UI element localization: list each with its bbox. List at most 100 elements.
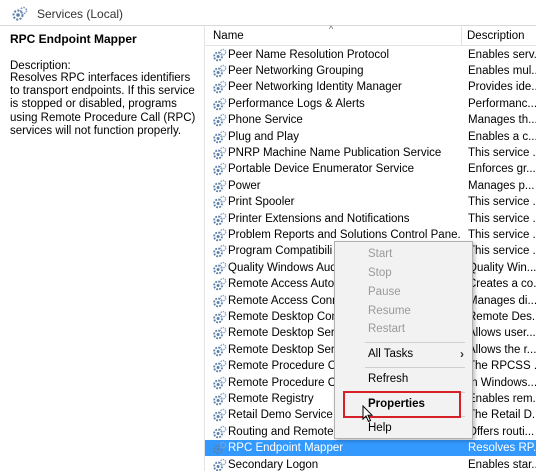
menu-item-restart[interactable]: Restart: [335, 321, 472, 339]
service-description: Allows user...: [468, 327, 536, 340]
service-name: Portable Device Enumerator Service: [228, 163, 414, 176]
column-header-name[interactable]: Name: [213, 30, 244, 42]
menu-item-pause[interactable]: Pause: [335, 284, 472, 302]
service-gear-icon: [212, 179, 227, 194]
service-description: This service ...: [468, 228, 536, 241]
service-name: Print Spooler: [228, 196, 295, 209]
service-description: Performanc...: [468, 97, 536, 110]
table-row[interactable]: Print Spooler This service ...: [205, 194, 536, 210]
service-gear-icon: [212, 441, 227, 456]
submenu-arrow-icon: ›: [460, 347, 464, 361]
table-row[interactable]: Peer Name Resolution Protocol Enables ser…: [205, 47, 536, 63]
table-row[interactable]: Printer Extensions and Notifications This…: [205, 211, 536, 227]
service-description: In Windows...: [468, 376, 536, 389]
service-gear-icon: [212, 408, 227, 423]
service-name: Power: [228, 179, 261, 192]
service-gear-icon: [212, 80, 227, 95]
service-gear-icon: [212, 326, 227, 341]
service-description: The RPCSS ...: [468, 360, 536, 373]
table-row[interactable]: Power Manages p...: [205, 178, 536, 194]
service-name: Printer Extensions and Notifications: [228, 212, 410, 225]
menu-item-resume-label: Resume: [368, 305, 411, 317]
service-description: Quality Win...: [468, 261, 536, 274]
service-gear-icon: [212, 294, 227, 309]
service-name: PNRP Machine Name Publication Service: [228, 146, 442, 159]
service-gear-icon: [212, 162, 227, 177]
service-description: Offers routi...: [468, 425, 535, 438]
service-gear-icon: [212, 97, 227, 112]
service-name: Phone Service: [228, 114, 303, 127]
service-description: This service ...: [468, 212, 536, 225]
menu-item-pause-label: Pause: [368, 286, 401, 298]
menu-item-resume[interactable]: Resume: [335, 303, 472, 321]
menu-item-all-tasks[interactable]: All Tasks ›: [335, 346, 472, 364]
service-gear-icon: [212, 261, 227, 276]
table-row[interactable]: Plug and Play Enables a c...: [205, 129, 536, 145]
menu-item-all-tasks-label: All Tasks: [368, 348, 414, 360]
service-description: Enables mul...: [468, 64, 536, 77]
service-description: Enables star...: [468, 458, 536, 471]
service-description: Enables rem...: [468, 392, 536, 405]
service-name: Peer Name Resolution Protocol: [228, 48, 390, 61]
service-description: Provides ide...: [468, 81, 536, 94]
table-row[interactable]: Secondary Logon Enables star...: [205, 457, 536, 471]
menu-divider: [365, 367, 465, 368]
table-row[interactable]: RPC Endpoint Mapper Resolves RP...: [205, 440, 536, 457]
service-name: Plug and Play: [228, 130, 299, 143]
service-description: Enforces gr...: [468, 163, 536, 176]
service-gear-icon: [212, 458, 227, 471]
table-row[interactable]: Peer Networking Identity Manager Provides…: [205, 79, 536, 95]
selected-service-name: RPC Endpoint Mapper: [10, 32, 137, 46]
menu-item-refresh[interactable]: Refresh: [335, 371, 472, 389]
service-gear-icon: [212, 359, 227, 374]
description-label: Description:: [10, 60, 71, 72]
service-description: Enables a c...: [468, 130, 536, 143]
service-description: Manages di...: [468, 294, 536, 307]
menu-item-start[interactable]: Start: [335, 246, 472, 264]
service-name: Secondary Logon: [228, 458, 319, 471]
table-row[interactable]: PNRP Machine Name Publication Service Thi…: [205, 145, 536, 161]
mouse-pointer-icon: [362, 405, 374, 423]
service-description: This service ...: [468, 196, 536, 209]
table-row[interactable]: Portable Device Enumerator Service Enforc…: [205, 161, 536, 177]
table-row[interactable]: Phone Service Manages th...: [205, 112, 536, 128]
service-gear-icon: [212, 343, 227, 358]
service-description: This service ...: [468, 146, 536, 159]
window-title: Services (Local): [37, 7, 124, 21]
list-header: Name ^ Description: [205, 24, 536, 46]
service-name: Performance Logs & Alerts: [228, 97, 365, 110]
menu-item-restart-label: Restart: [368, 323, 406, 335]
column-separator[interactable]: [461, 26, 462, 46]
service-description: Manages p...: [468, 179, 535, 192]
service-description: Enables serv...: [468, 48, 536, 61]
column-header-description[interactable]: Description: [467, 30, 525, 42]
table-row[interactable]: Peer Networking Grouping Enables mul...: [205, 63, 536, 79]
description-pane: RPC Endpoint Mapper Description: Resolve…: [0, 26, 204, 471]
service-gear-icon: [212, 195, 227, 210]
service-gear-icon: [212, 392, 227, 407]
table-row[interactable]: Performance Logs & Alerts Performanc...: [205, 96, 536, 112]
service-name: Peer Networking Grouping: [228, 64, 364, 77]
service-gear-icon: [212, 212, 227, 227]
service-gear-icon: [212, 310, 227, 325]
service-description: Remote Des...: [468, 310, 536, 323]
service-gear-icon: [212, 376, 227, 391]
service-gear-icon: [212, 64, 227, 79]
menu-item-start-label: Start: [368, 248, 393, 260]
window-header: Services (Local): [0, 0, 536, 26]
menu-item-stop-label: Stop: [368, 267, 392, 279]
service-gear-icon: [212, 425, 227, 440]
menu-item-help[interactable]: Help: [335, 420, 472, 438]
service-description: Allows the r...: [468, 343, 536, 356]
service-name: Problem Reports and Solutions Control Pa…: [228, 228, 460, 241]
menu-item-stop[interactable]: Stop: [335, 265, 472, 283]
service-gear-icon: [212, 113, 227, 128]
service-gear-icon: [212, 48, 227, 63]
service-gear-icon: [212, 130, 227, 145]
service-name: Peer Networking Identity Manager: [228, 81, 402, 94]
services-gear-icon: [12, 6, 28, 21]
service-gear-icon: [212, 146, 227, 161]
service-description: Manages th...: [468, 114, 536, 127]
service-description: The Retail D...: [468, 409, 536, 422]
menu-item-help-label: Help: [368, 422, 392, 434]
